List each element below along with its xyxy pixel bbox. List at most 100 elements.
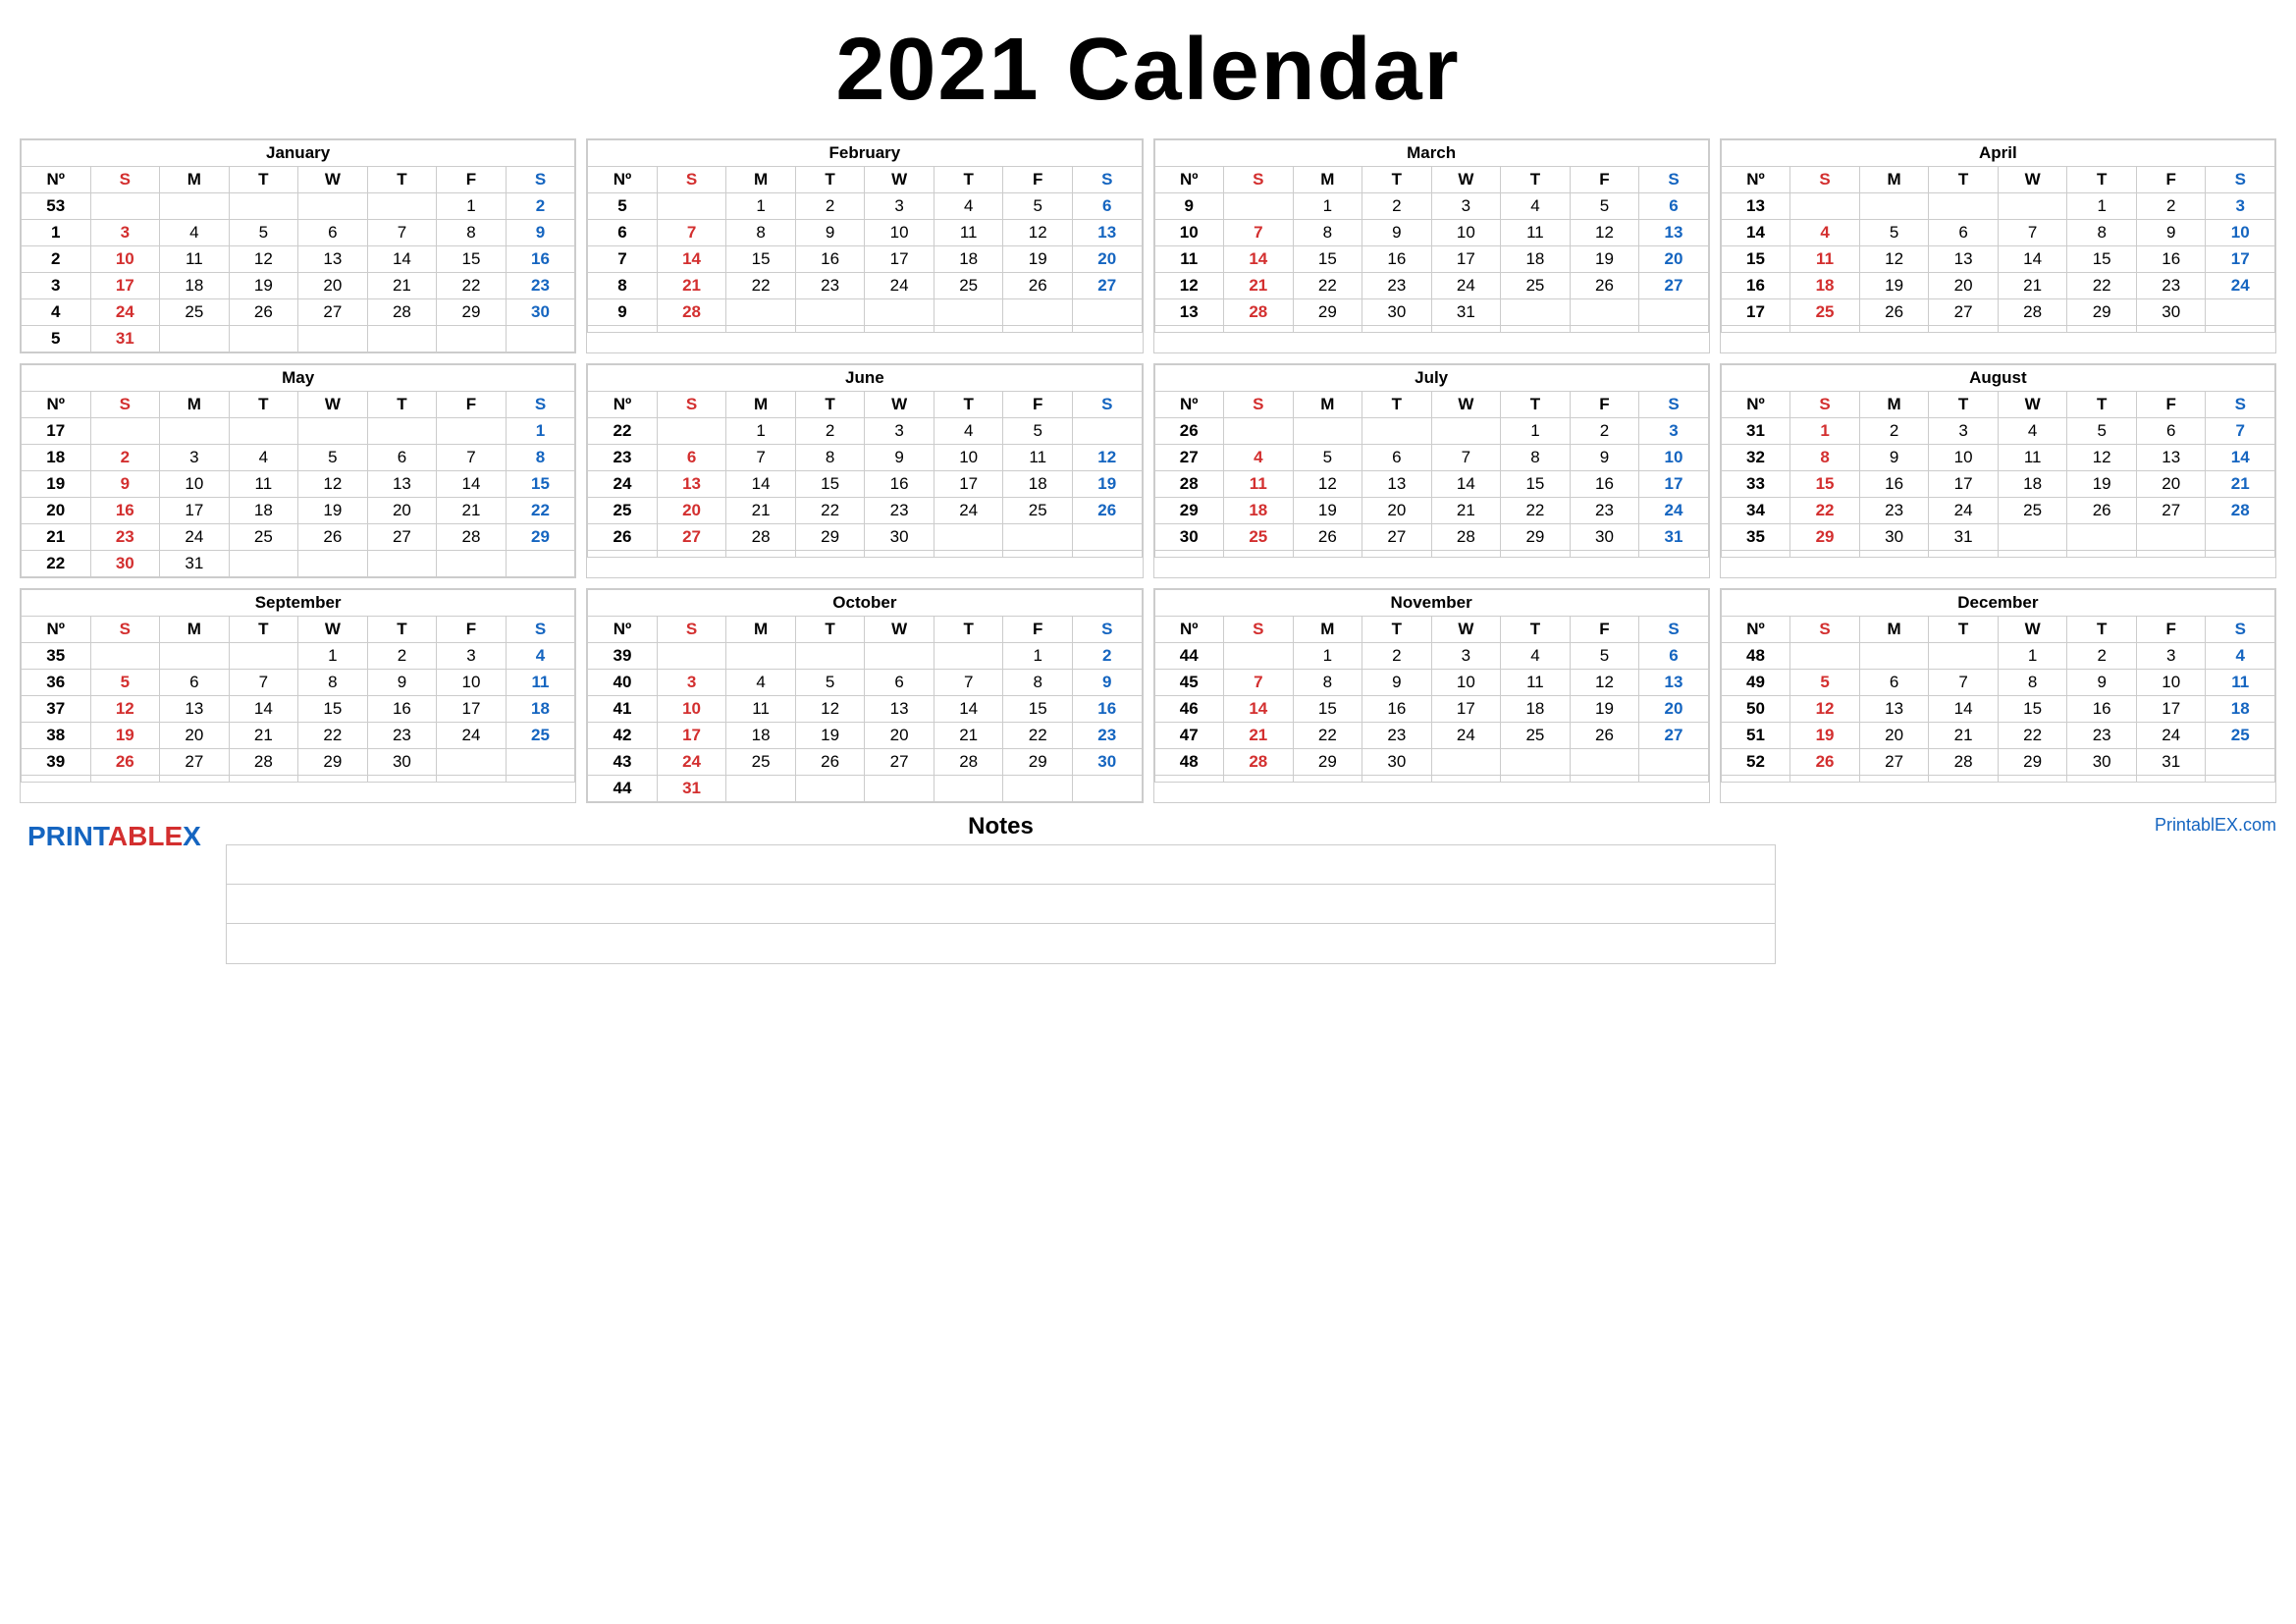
days-header-row: NºSMTWTFS xyxy=(22,392,575,418)
day-cell: 10 xyxy=(1431,670,1501,696)
week-row: 9123456 xyxy=(1154,193,1708,220)
day-cell: 6 xyxy=(1072,193,1142,220)
col-header-sat: S xyxy=(1072,617,1142,643)
day-cell: 6 xyxy=(298,220,368,246)
day-cell: 19 xyxy=(1570,246,1639,273)
week-row xyxy=(1721,551,2274,558)
col-header-w: W xyxy=(865,392,934,418)
day-cell: 7 xyxy=(1998,220,2067,246)
week-number: 22 xyxy=(588,418,658,445)
col-header-sun: S xyxy=(90,167,160,193)
day-cell xyxy=(2206,299,2275,326)
col-header-sat: S xyxy=(2206,617,2275,643)
day-cell: 28 xyxy=(367,299,437,326)
day-cell: 6 xyxy=(2136,418,2206,445)
credit-link: PrintablEX.com xyxy=(2155,815,2276,835)
day-cell: 2 xyxy=(1859,418,1929,445)
col-header-t: T xyxy=(1362,617,1432,643)
days-header-row: NºSMTWTFS xyxy=(1154,392,1708,418)
day-cell: 2 xyxy=(2067,643,2137,670)
col-header-t: T xyxy=(2067,392,2137,418)
day-cell xyxy=(1639,749,1709,776)
day-cell xyxy=(437,326,507,352)
day-cell: 22 xyxy=(2067,273,2137,299)
day-cell: 9 xyxy=(795,220,865,246)
day-cell: 28 xyxy=(229,749,298,776)
week-number: 37 xyxy=(22,696,91,723)
day-cell: 28 xyxy=(657,299,726,326)
col-header-t: T xyxy=(795,617,865,643)
day-cell: 3 xyxy=(865,418,934,445)
day-cell xyxy=(657,326,726,333)
day-cell: 10 xyxy=(865,220,934,246)
day-cell: 30 xyxy=(865,524,934,551)
day-cell: 4 xyxy=(229,445,298,471)
month-table-october: OctoberNºSMTWTFS391240345678941101112131… xyxy=(587,589,1142,802)
day-cell: 11 xyxy=(934,220,1003,246)
day-cell: 2 xyxy=(506,193,575,220)
day-cell: 12 xyxy=(1859,246,1929,273)
day-cell: 22 xyxy=(1293,723,1362,749)
col-header-w: W xyxy=(1998,392,2067,418)
day-cell: 6 xyxy=(1639,643,1709,670)
month-january: JanuaryNºSMTWTFS531213456789210111213141… xyxy=(20,138,576,353)
day-cell xyxy=(1929,551,1999,558)
day-cell: 28 xyxy=(1929,749,1999,776)
day-cell: 2 xyxy=(795,193,865,220)
col-header-sat: S xyxy=(506,167,575,193)
day-cell xyxy=(795,551,865,558)
week-row: 2413141516171819 xyxy=(588,471,1142,498)
day-cell: 20 xyxy=(367,498,437,524)
month-name-june: June xyxy=(588,365,1142,392)
day-cell: 25 xyxy=(1501,723,1571,749)
day-cell: 14 xyxy=(229,696,298,723)
day-cell: 23 xyxy=(1072,723,1142,749)
col-header-nº: Nº xyxy=(588,167,658,193)
month-table-november: NovemberNºSMTWTFS44123456457891011121346… xyxy=(1154,589,1709,783)
day-cell: 28 xyxy=(1431,524,1501,551)
week-number: 13 xyxy=(1721,193,1790,220)
day-cell xyxy=(1929,643,1999,670)
week-row: 4721222324252627 xyxy=(1154,723,1708,749)
week-number: 23 xyxy=(588,445,658,471)
day-cell xyxy=(934,524,1003,551)
days-header-row: NºSMTWTFS xyxy=(1721,392,2274,418)
month-table-april: AprilNºSMTWTFS13123144567891015111213141… xyxy=(1721,139,2275,333)
col-header-t: T xyxy=(1929,392,1999,418)
month-name-may: May xyxy=(22,365,575,392)
day-cell: 2 xyxy=(90,445,160,471)
day-cell: 7 xyxy=(229,670,298,696)
day-cell: 30 xyxy=(506,299,575,326)
day-cell: 2 xyxy=(1072,643,1142,670)
week-row: 223031 xyxy=(22,551,575,577)
day-cell: 6 xyxy=(1362,445,1432,471)
week-number: 10 xyxy=(1154,220,1224,246)
week-row: 36567891011 xyxy=(22,670,575,696)
week-number: 31 xyxy=(1721,418,1790,445)
week-number: 19 xyxy=(22,471,91,498)
day-cell xyxy=(90,418,160,445)
day-cell: 22 xyxy=(1790,498,1860,524)
day-cell xyxy=(726,776,796,802)
col-header-f: F xyxy=(1003,167,1073,193)
day-cell xyxy=(367,418,437,445)
day-cell: 21 xyxy=(1224,723,1294,749)
week-row: 17252627282930 xyxy=(1721,299,2274,326)
day-cell: 9 xyxy=(2067,670,2137,696)
day-cell xyxy=(1639,776,1709,783)
day-cell: 27 xyxy=(1639,723,1709,749)
week-row: 26123 xyxy=(1154,418,1708,445)
day-cell: 27 xyxy=(2136,498,2206,524)
day-cell: 24 xyxy=(934,498,1003,524)
col-header-sun: S xyxy=(1224,392,1294,418)
day-cell: 3 xyxy=(90,220,160,246)
day-cell xyxy=(160,193,230,220)
day-cell: 30 xyxy=(1859,524,1929,551)
day-cell xyxy=(2067,326,2137,333)
day-cell: 16 xyxy=(90,498,160,524)
day-cell: 13 xyxy=(1072,220,1142,246)
col-header-nº: Nº xyxy=(1154,167,1224,193)
day-cell xyxy=(1072,299,1142,326)
col-header-m: M xyxy=(726,167,796,193)
day-cell: 17 xyxy=(1431,696,1501,723)
